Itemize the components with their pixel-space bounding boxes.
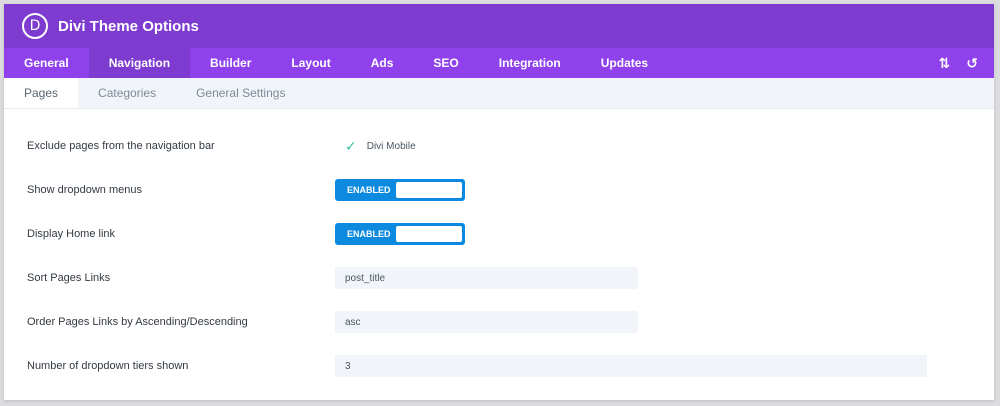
setting-label: Display Home link	[27, 228, 116, 240]
subtab-pages[interactable]: Pages	[4, 78, 79, 108]
setting-label: Exclude pages from the navigation bar	[27, 140, 215, 152]
theme-options-panel: D Divi Theme Options General Navigation …	[4, 4, 994, 400]
setting-home-link: Display Home link ENABLED	[4, 212, 994, 256]
setting-label: Order Pages Links by Ascending/Descendin…	[27, 316, 248, 328]
tab-updates[interactable]: Updates	[581, 48, 668, 78]
subtab-categories[interactable]: Categories	[78, 78, 176, 108]
setting-sort-pages: Sort Pages Links post_title	[4, 256, 994, 300]
tab-navigation[interactable]: Navigation	[88, 48, 191, 78]
divi-logo-icon: D	[22, 13, 48, 39]
main-tabs: General Navigation Builder Layout Ads SE…	[4, 48, 994, 78]
order-pages-select[interactable]: asc	[335, 311, 638, 333]
checkmark-icon[interactable]: ✓	[345, 138, 357, 155]
tab-layout[interactable]: Layout	[271, 48, 350, 78]
setting-label: Sort Pages Links	[27, 272, 111, 284]
tab-seo[interactable]: SEO	[413, 48, 478, 78]
sort-pages-select[interactable]: post_title	[335, 267, 638, 289]
reset-icon[interactable]: ↺	[966, 55, 978, 72]
tab-ads[interactable]: Ads	[351, 48, 414, 78]
page-title: Divi Theme Options	[58, 17, 199, 35]
tab-general[interactable]: General	[4, 48, 89, 78]
toggle-state: ENABLED	[347, 229, 391, 239]
toggle-knob	[396, 226, 462, 242]
dropdown-toggle[interactable]: ENABLED	[335, 179, 465, 201]
subtab-general-settings[interactable]: General Settings	[176, 78, 305, 108]
tab-builder[interactable]: Builder	[190, 48, 271, 78]
header-bar: D Divi Theme Options	[4, 4, 994, 48]
setting-dropdown-tiers: Number of dropdown tiers shown 3	[4, 344, 994, 388]
page-option-label: Divi Mobile	[366, 140, 416, 152]
tab-tools: ⇅ ↺	[939, 48, 978, 78]
home-link-toggle[interactable]: ENABLED	[335, 223, 465, 245]
setting-show-dropdown: Show dropdown menus ENABLED	[4, 168, 994, 212]
toggle-knob	[396, 182, 462, 198]
dropdown-tiers-input[interactable]: 3	[335, 355, 927, 377]
setting-label: Show dropdown menus	[27, 184, 142, 196]
setting-label: Number of dropdown tiers shown	[27, 360, 189, 372]
settings-form: Exclude pages from the navigation bar ✓ …	[4, 109, 994, 388]
tab-integration[interactable]: Integration	[479, 48, 581, 78]
setting-order-pages: Order Pages Links by Ascending/Descendin…	[4, 300, 994, 344]
toggle-state: ENABLED	[347, 185, 391, 195]
sort-arrows-icon[interactable]: ⇅	[939, 55, 951, 72]
sub-tabs: Pages Categories General Settings	[4, 78, 994, 109]
setting-exclude-pages: Exclude pages from the navigation bar ✓ …	[4, 124, 994, 168]
